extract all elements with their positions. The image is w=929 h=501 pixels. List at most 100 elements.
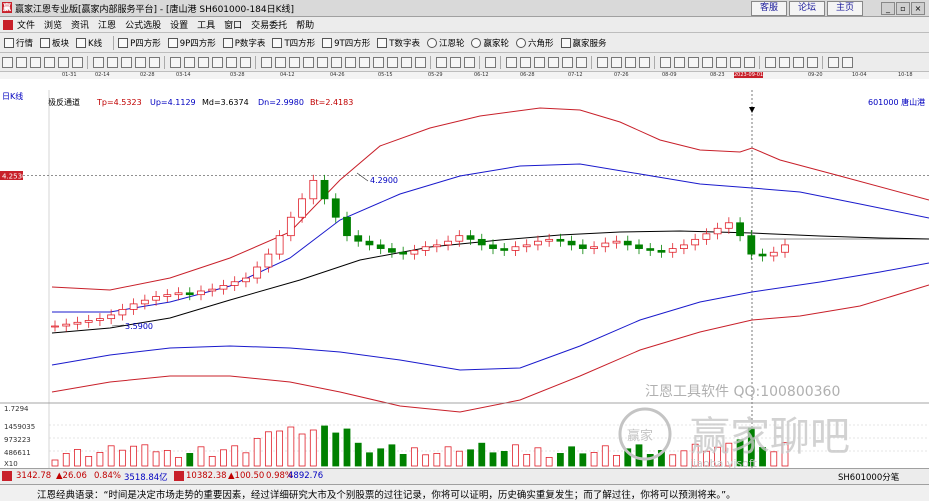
draw-tool-icon[interactable] [358, 56, 370, 68]
menu-browse[interactable]: 浏览 [44, 18, 62, 31]
separator [255, 55, 256, 69]
candle-body [769, 251, 778, 257]
draw-tool-icon[interactable] [610, 56, 622, 68]
tb-winner-wheel[interactable]: 赢家轮 [471, 37, 509, 49]
candle-body [421, 246, 430, 251]
draw-tool-icon[interactable] [57, 56, 69, 68]
restore-icon[interactable]: ▫ [896, 2, 910, 15]
draw-tool-icon[interactable] [547, 56, 559, 68]
draw-tool-icon[interactable] [29, 56, 41, 68]
candle-body [578, 244, 587, 249]
link-home[interactable]: 主页 [827, 1, 863, 16]
draw-tool-icon[interactable] [687, 56, 699, 68]
tb-p-square[interactable]: P四方形 [118, 37, 161, 49]
close-icon[interactable]: × [911, 2, 925, 15]
draw-tool-icon[interactable] [400, 56, 412, 68]
tb-9p-square[interactable]: 9P四方形 [167, 37, 216, 49]
draw-tool-icon[interactable] [659, 56, 671, 68]
draw-tool-icon[interactable] [169, 56, 181, 68]
draw-tool-icon[interactable] [134, 56, 146, 68]
menu-formula[interactable]: 公式选股 [125, 18, 161, 31]
draw-tool-icon[interactable] [484, 56, 496, 68]
tb-sectors[interactable]: 板块 [40, 37, 69, 49]
draw-tool-icon[interactable] [330, 56, 342, 68]
draw-tool-icon[interactable] [197, 56, 209, 68]
table-icon [377, 37, 388, 48]
tb-service[interactable]: 赢家服务 [560, 37, 607, 49]
tb-p-table[interactable]: P数字表 [222, 37, 265, 49]
tick-label[interactable]: SH601000分笔 [838, 471, 899, 483]
draw-tool-icon[interactable] [575, 56, 587, 68]
tb-quotes[interactable]: 行情 [4, 37, 33, 49]
menu-window[interactable]: 窗口 [224, 18, 242, 31]
menu-settings[interactable]: 设置 [170, 18, 188, 31]
draw-tool-icon[interactable] [673, 56, 685, 68]
draw-tool-icon[interactable] [729, 56, 741, 68]
draw-tool-icon[interactable] [806, 56, 818, 68]
menu-gann[interactable]: 江恩 [98, 18, 116, 31]
date-tick: 2023-09-01 [734, 72, 764, 78]
draw-tool-icon[interactable] [344, 56, 356, 68]
tb-t-square[interactable]: T四方形 [272, 37, 315, 49]
draw-tool-icon[interactable] [505, 56, 517, 68]
draw-tool-icon[interactable] [519, 56, 531, 68]
draw-tool-icon[interactable] [435, 56, 447, 68]
draw-tool-icon[interactable] [372, 56, 384, 68]
volume-bar [343, 428, 351, 467]
draw-tool-icon[interactable] [225, 56, 237, 68]
draw-tool-icon[interactable] [638, 56, 650, 68]
draw-tool-icon[interactable] [316, 56, 328, 68]
draw-tool-icon[interactable] [743, 56, 755, 68]
draw-tool-icon[interactable] [386, 56, 398, 68]
draw-tool-icon[interactable] [239, 56, 251, 68]
volume-bar [242, 452, 250, 467]
menu-help[interactable]: 帮助 [296, 18, 314, 31]
draw-tool-icon[interactable] [15, 56, 27, 68]
draw-tool-icon[interactable] [533, 56, 545, 68]
draw-tool-icon[interactable] [120, 56, 132, 68]
draw-tool-icon[interactable] [414, 56, 426, 68]
tb-hexagon[interactable]: 六角形 [515, 37, 554, 49]
draw-tool-icon[interactable] [792, 56, 804, 68]
tb-kline[interactable]: K线 [76, 37, 102, 49]
draw-tool-icon[interactable] [288, 56, 300, 68]
draw-tool-icon[interactable] [183, 56, 195, 68]
draw-tool-icon[interactable] [71, 56, 83, 68]
draw-tool-icon[interactable] [561, 56, 573, 68]
draw-tool-icon[interactable] [701, 56, 713, 68]
date-tick: 09-20 [808, 72, 823, 78]
draw-tool-icon[interactable] [92, 56, 104, 68]
tb-9t-square[interactable]: 9T四方形 [322, 37, 370, 49]
menu-news[interactable]: 资讯 [71, 18, 89, 31]
kline-chart[interactable]: 日K线 极反通道 Tp=4.5323 Up=4.1129 Md=3.6374 D… [0, 80, 929, 468]
link-forum[interactable]: 论坛 [789, 1, 825, 16]
draw-tool-icon[interactable] [43, 56, 55, 68]
draw-tool-icon[interactable] [211, 56, 223, 68]
tb-t-table[interactable]: T数字表 [377, 37, 420, 49]
draw-tool-icon[interactable] [624, 56, 636, 68]
draw-tool-icon[interactable] [827, 56, 839, 68]
draw-tool-icon[interactable] [148, 56, 160, 68]
link-service[interactable]: 客服 [751, 1, 787, 16]
draw-tool-icon[interactable] [1, 56, 13, 68]
menu-tools[interactable]: 工具 [197, 18, 215, 31]
draw-tool-icon[interactable] [715, 56, 727, 68]
minimize-icon[interactable]: _ [881, 2, 895, 15]
volume-bar [399, 453, 407, 467]
draw-tool-icon[interactable] [106, 56, 118, 68]
draw-tool-icon[interactable] [596, 56, 608, 68]
draw-tool-icon[interactable] [260, 56, 272, 68]
draw-tool-icon[interactable] [274, 56, 286, 68]
draw-tool-icon[interactable] [841, 56, 853, 68]
candle-body [623, 240, 632, 246]
draw-tool-icon[interactable] [449, 56, 461, 68]
menu-trade[interactable]: 交易委托 [251, 18, 287, 31]
sh-index: 3142.78 [16, 471, 52, 481]
draw-tool-icon[interactable] [302, 56, 314, 68]
volume-bar [467, 449, 474, 467]
draw-tool-icon[interactable] [764, 56, 776, 68]
tb-gann-wheel[interactable]: 江恩轮 [426, 37, 464, 49]
menu-file[interactable]: 文件 [17, 18, 35, 31]
draw-tool-icon[interactable] [778, 56, 790, 68]
draw-tool-icon[interactable] [463, 56, 475, 68]
